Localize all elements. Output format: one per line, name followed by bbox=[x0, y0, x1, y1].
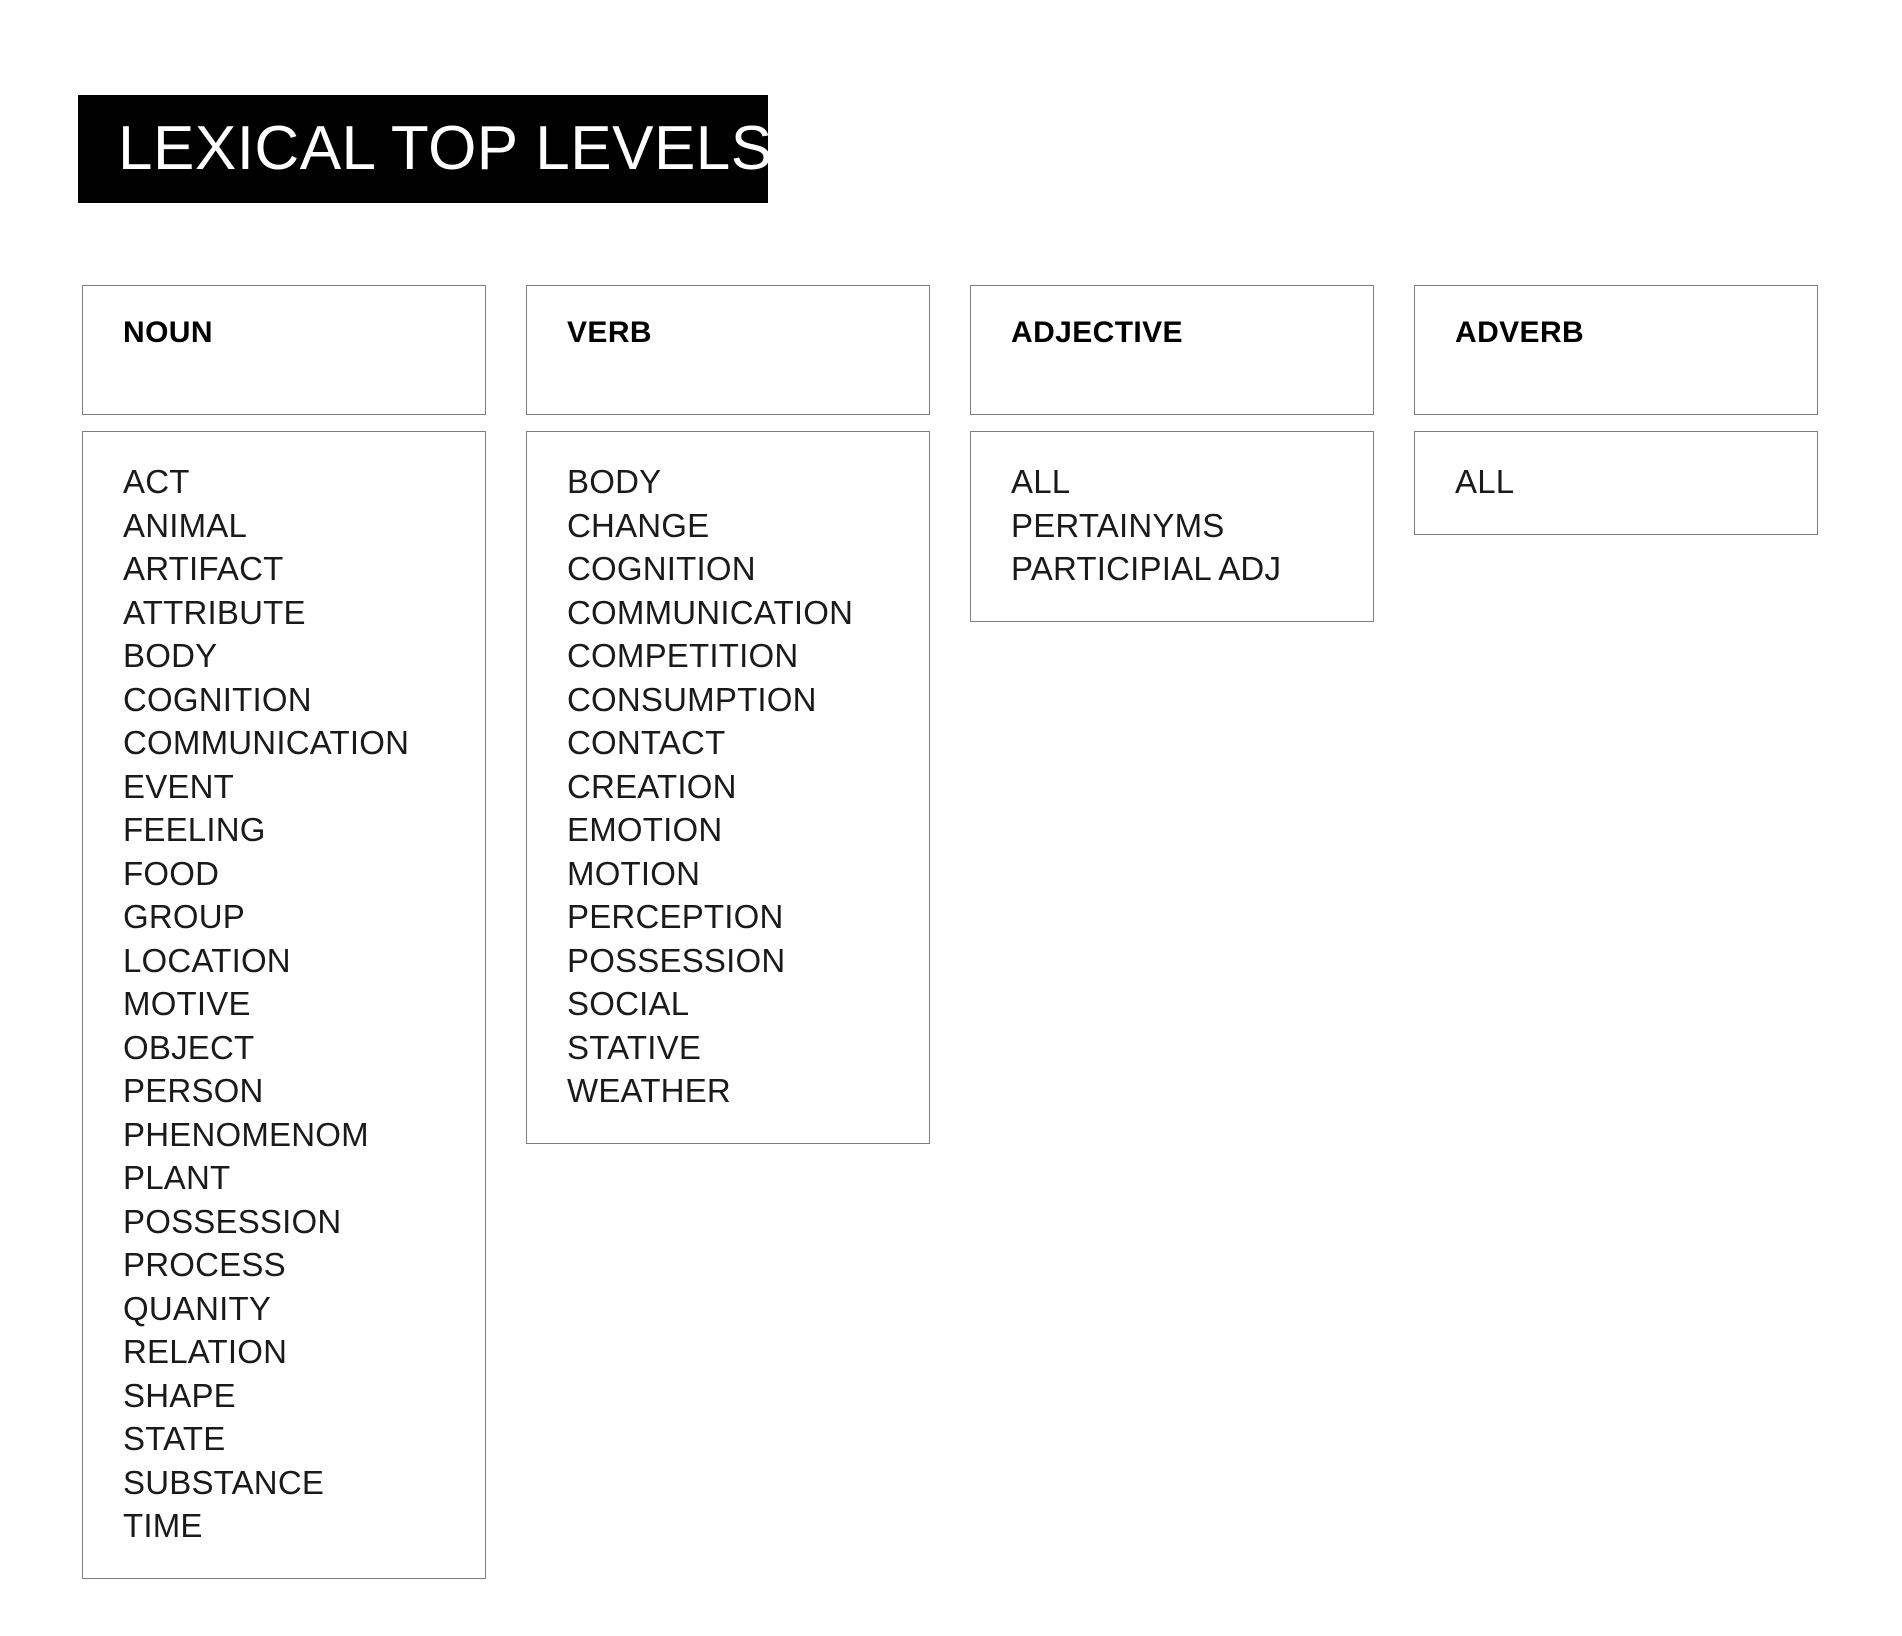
list-item: LOCATION bbox=[123, 941, 291, 979]
list-item: SUBSTANCE bbox=[123, 1463, 325, 1501]
list-item: ATTRIBUTE bbox=[123, 593, 306, 631]
list-item: POSSESSION bbox=[567, 941, 786, 979]
list-item: FOOD bbox=[123, 854, 220, 892]
list-item: STATE bbox=[123, 1420, 226, 1457]
list-item: OBJECT bbox=[123, 1028, 255, 1066]
list-item: COMPETITION bbox=[567, 637, 799, 674]
list-item: BODY bbox=[567, 463, 662, 500]
list-item: CREATION bbox=[567, 767, 737, 805]
list-item: MOTION bbox=[567, 854, 701, 892]
list-item: COMMUNICATION bbox=[567, 593, 854, 631]
header-box-adjective: ADJECTIVE bbox=[970, 285, 1374, 415]
list-box-adverb: ALL bbox=[1414, 431, 1818, 535]
list-item: TIME bbox=[123, 1507, 203, 1544]
list-adverb: ALL bbox=[1455, 460, 1817, 504]
list-item: PROCESS bbox=[123, 1246, 286, 1283]
list-item: EVENT bbox=[123, 767, 235, 805]
list-item: SHAPE bbox=[123, 1376, 236, 1414]
list-item: BODY bbox=[123, 637, 218, 674]
column-adjective: ADJECTIVE ALL PERTAINYMS PARTICIPIAL ADJ bbox=[970, 285, 1374, 622]
list-item: STATIVE bbox=[567, 1028, 702, 1066]
list-item: PERTAINYMS bbox=[1011, 506, 1225, 544]
list-item: POSSESSION bbox=[123, 1202, 342, 1240]
page-title: LEXICAL TOP LEVELS bbox=[118, 114, 773, 183]
list-item: ACT bbox=[123, 463, 190, 500]
list-item: QUANITY bbox=[123, 1289, 272, 1327]
list-item: CONTACT bbox=[567, 724, 726, 761]
column-header-adverb: ADVERB bbox=[1455, 316, 1585, 349]
list-item: COMMUNICATION bbox=[123, 724, 410, 761]
page-title-banner: LEXICAL TOP LEVELS bbox=[78, 95, 772, 203]
list-item: COGNITION bbox=[567, 550, 756, 587]
column-header-noun: NOUN bbox=[123, 316, 213, 349]
list-item: PARTICIPIAL ADJ bbox=[1011, 550, 1282, 587]
list-item: COGNITION bbox=[123, 680, 312, 718]
list-item: GROUP bbox=[123, 898, 246, 935]
list-adjective: ALL PERTAINYMS PARTICIPIAL ADJ bbox=[1011, 460, 1373, 591]
lexical-columns-container: NOUN ACT ANIMAL ARTIFACT ATTRIBUTE BODY … bbox=[82, 285, 1827, 1579]
column-header-verb: VERB bbox=[567, 316, 652, 349]
list-item: RELATION bbox=[123, 1333, 288, 1370]
list-box-verb: BODY CHANGE COGNITION COMMUNICATION COMP… bbox=[526, 431, 930, 1144]
list-item: CHANGE bbox=[567, 506, 710, 544]
list-box-noun: ACT ANIMAL ARTIFACT ATTRIBUTE BODY COGNI… bbox=[82, 431, 486, 1579]
list-item: EMOTION bbox=[567, 811, 723, 848]
list-item: FEELING bbox=[123, 811, 266, 848]
list-item: ANIMAL bbox=[123, 506, 248, 544]
list-item: WEATHER bbox=[567, 1072, 731, 1109]
list-item: PLANT bbox=[123, 1159, 231, 1196]
list-item: PHENOMENOM bbox=[123, 1115, 369, 1153]
header-box-adverb: ADVERB bbox=[1414, 285, 1818, 415]
column-verb: VERB BODY CHANGE COGNITION COMMUNICATION… bbox=[526, 285, 930, 1144]
list-item: CONSUMPTION bbox=[567, 680, 817, 718]
list-item: ARTIFACT bbox=[123, 550, 284, 587]
list-item: ALL bbox=[1011, 463, 1071, 500]
list-noun: ACT ANIMAL ARTIFACT ATTRIBUTE BODY COGNI… bbox=[123, 460, 485, 1548]
list-item: ALL bbox=[1455, 463, 1515, 500]
list-item: MOTIVE bbox=[123, 985, 251, 1022]
list-item: PERSON bbox=[123, 1072, 264, 1109]
list-verb: BODY CHANGE COGNITION COMMUNICATION COMP… bbox=[567, 460, 929, 1113]
list-item: SOCIAL bbox=[567, 985, 690, 1022]
header-box-verb: VERB bbox=[526, 285, 930, 415]
header-box-noun: NOUN bbox=[82, 285, 486, 415]
column-adverb: ADVERB ALL bbox=[1414, 285, 1818, 535]
column-header-adjective: ADJECTIVE bbox=[1011, 316, 1183, 349]
list-item: PERCEPTION bbox=[567, 898, 784, 935]
column-noun: NOUN ACT ANIMAL ARTIFACT ATTRIBUTE BODY … bbox=[82, 285, 486, 1579]
list-box-adjective: ALL PERTAINYMS PARTICIPIAL ADJ bbox=[970, 431, 1374, 622]
